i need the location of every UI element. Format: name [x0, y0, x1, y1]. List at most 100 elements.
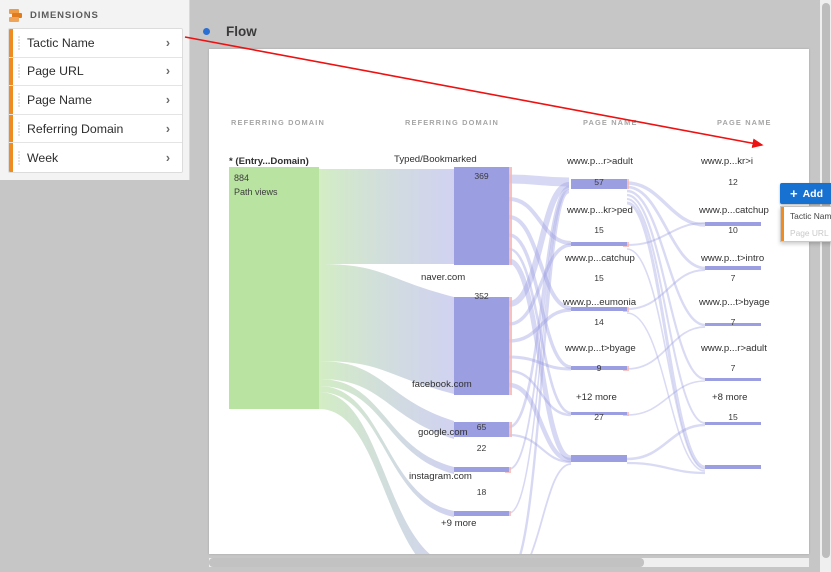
drag-handle-icon[interactable] — [18, 93, 20, 107]
sidebar-item-referring-domain[interactable]: Referring Domain › — [9, 114, 182, 144]
node-value-typed-bookmarked: 369 — [474, 171, 489, 181]
drag-handle-icon[interactable] — [18, 36, 20, 50]
sidebar-item-label: Page Name — [27, 92, 92, 107]
node-label-p4-adult[interactable]: www.p...r>adult — [701, 343, 767, 354]
node-entry-domain — [229, 167, 319, 409]
node-value-p4-adult: 7 — [730, 363, 736, 373]
flow-status-dot — [203, 28, 210, 35]
node-value-p3-ped: 15 — [594, 225, 604, 235]
sankey-chart-card[interactable]: REFERRING DOMAIN REFERRING DOMAIN PAGE N… — [209, 49, 831, 572]
sidebar-item-label: Tactic Name — [27, 35, 95, 50]
node-label-p3-more-12[interactable]: +12 more — [576, 392, 617, 403]
item-accent-bar — [9, 143, 13, 172]
node-label-facebook[interactable]: facebook.com — [412, 379, 472, 390]
node-label-typed-bookmarked[interactable]: Typed/Bookmarked — [394, 154, 477, 165]
node-p4-byage — [705, 378, 761, 381]
node-p4-catchup — [705, 266, 761, 270]
column-header-1: REFERRING DOMAIN — [231, 118, 325, 127]
node-value-p3-eumonia: 14 — [594, 317, 604, 327]
page-title: Flow — [226, 24, 257, 39]
node-value-naver: 352 — [474, 291, 489, 301]
dimensions-list: Tactic Name › Page URL › Page Name › Ref… — [8, 28, 183, 173]
drag-handle-icon[interactable] — [18, 151, 20, 165]
item-accent-bar — [781, 224, 784, 241]
drag-handle-icon[interactable] — [18, 64, 20, 78]
item-accent-bar — [781, 207, 784, 224]
add-button[interactable]: + Add — [780, 183, 831, 204]
vertical-scrollbar[interactable] — [820, 0, 831, 572]
node-metric-label: Path views — [234, 187, 278, 197]
add-button-label: Add — [802, 187, 823, 200]
sankey-links-3-4 — [626, 181, 706, 475]
sidebar-item-page-url[interactable]: Page URL › — [9, 57, 182, 87]
dimensions-panel: DIMENSIONS Tactic Name › Page URL › Page… — [0, 0, 190, 180]
item-accent-bar — [9, 114, 13, 143]
node-value-instagram: 18 — [476, 487, 487, 497]
node-p3-ped — [571, 242, 627, 246]
node-value-p3-more-12: 27 — [594, 412, 604, 422]
node-label-p4-intro[interactable]: www.p...t>intro — [701, 253, 764, 264]
dimensions-header: DIMENSIONS — [0, 0, 189, 28]
node-value-google: 22 — [476, 443, 487, 453]
horizontal-scrollbar-thumb[interactable] — [209, 558, 644, 567]
node-label-more-9[interactable]: +9 more — [441, 518, 476, 529]
menu-item-label: Tactic Name — [790, 210, 831, 221]
flow-header: Flow — [191, 0, 831, 49]
sidebar-item-page-name[interactable]: Page Name › — [9, 86, 182, 115]
add-dimension-menu[interactable]: Tactic Name Page URL — [780, 206, 831, 242]
sidebar-item-week[interactable]: Week › — [9, 143, 182, 172]
app-root: DIMENSIONS Tactic Name › Page URL › Page… — [0, 0, 831, 572]
sidebar-item-label: Page URL — [27, 64, 84, 79]
node-p4-more-8 — [705, 465, 761, 469]
node-label-p3-catchup[interactable]: www.p...catchup — [565, 253, 635, 264]
node-label-instagram[interactable]: instagram.com — [409, 471, 472, 482]
node-label-google[interactable]: google.com — [418, 427, 468, 438]
node-p4-adult — [705, 422, 761, 425]
sidebar-item-tactic-name[interactable]: Tactic Name › — [9, 29, 182, 58]
node-label-p3-byage[interactable]: www.p...t>byage — [565, 343, 636, 354]
vertical-scrollbar-thumb[interactable] — [822, 3, 830, 558]
chevron-right-icon[interactable]: › — [166, 64, 170, 78]
horizontal-scrollbar[interactable] — [209, 558, 809, 567]
node-value-p4-byage: 7 — [730, 317, 736, 327]
node-label-p3-eumonia[interactable]: www.p...eumonia — [563, 297, 636, 308]
column-header-3: PAGE NAME — [583, 118, 638, 127]
main-area: Flow REFERRING DOMAIN REFERRING DOMAIN P… — [191, 0, 831, 572]
node-label-naver[interactable]: naver.com — [421, 272, 465, 283]
node-label-p4-kr[interactable]: www.p...kr>i — [701, 156, 753, 167]
node-value-p3-catchup: 15 — [594, 273, 604, 283]
chevron-right-icon[interactable]: › — [166, 122, 170, 136]
node-value-p4-kr: 12 — [728, 177, 738, 187]
node-label-p4-byage[interactable]: www.p...t>byage — [699, 297, 770, 308]
node-label-p4-catchup[interactable]: www.p...catchup — [699, 205, 769, 216]
sankey-accent-marks — [505, 167, 629, 516]
item-accent-bar — [9, 29, 13, 57]
drag-handle-icon[interactable] — [18, 122, 20, 136]
node-label-p3-adult[interactable]: www.p...r>adult — [567, 156, 633, 167]
item-accent-bar — [9, 57, 13, 86]
node-p3-more-12 — [571, 455, 627, 462]
dimensions-title: DIMENSIONS — [30, 10, 99, 21]
node-value-p3-adult: 57 — [594, 177, 604, 187]
node-label-p3-ped[interactable]: www.p...kr>ped — [567, 205, 633, 216]
sidebar-item-label: Referring Domain — [27, 121, 124, 136]
column-header-4: PAGE NAME — [717, 118, 772, 127]
menu-item-label: Page URL — [790, 227, 829, 238]
node-value-p3-byage: 9 — [596, 363, 602, 373]
plus-icon: + — [789, 186, 798, 201]
chevron-right-icon[interactable]: › — [166, 151, 170, 165]
stack-icon — [9, 9, 23, 22]
menu-item-page-url[interactable]: Page URL — [781, 224, 831, 241]
chevron-right-icon[interactable]: › — [166, 36, 170, 50]
node-typed-bookmarked — [454, 167, 509, 265]
node-instagram — [454, 511, 509, 516]
node-label-entry-domain[interactable]: * (Entry...Domain) — [229, 156, 309, 167]
sankey-links-2-3 — [508, 174, 572, 554]
node-value-p4-intro: 7 — [730, 273, 736, 283]
item-accent-bar — [9, 86, 13, 114]
chevron-right-icon[interactable]: › — [166, 93, 170, 107]
node-label-p4-more-8[interactable]: +8 more — [712, 392, 747, 403]
menu-item-tactic-name[interactable]: Tactic Name — [781, 207, 831, 224]
node-value-p4-more-8: 15 — [728, 412, 738, 422]
node-value-entry-domain: 884 — [234, 173, 250, 183]
